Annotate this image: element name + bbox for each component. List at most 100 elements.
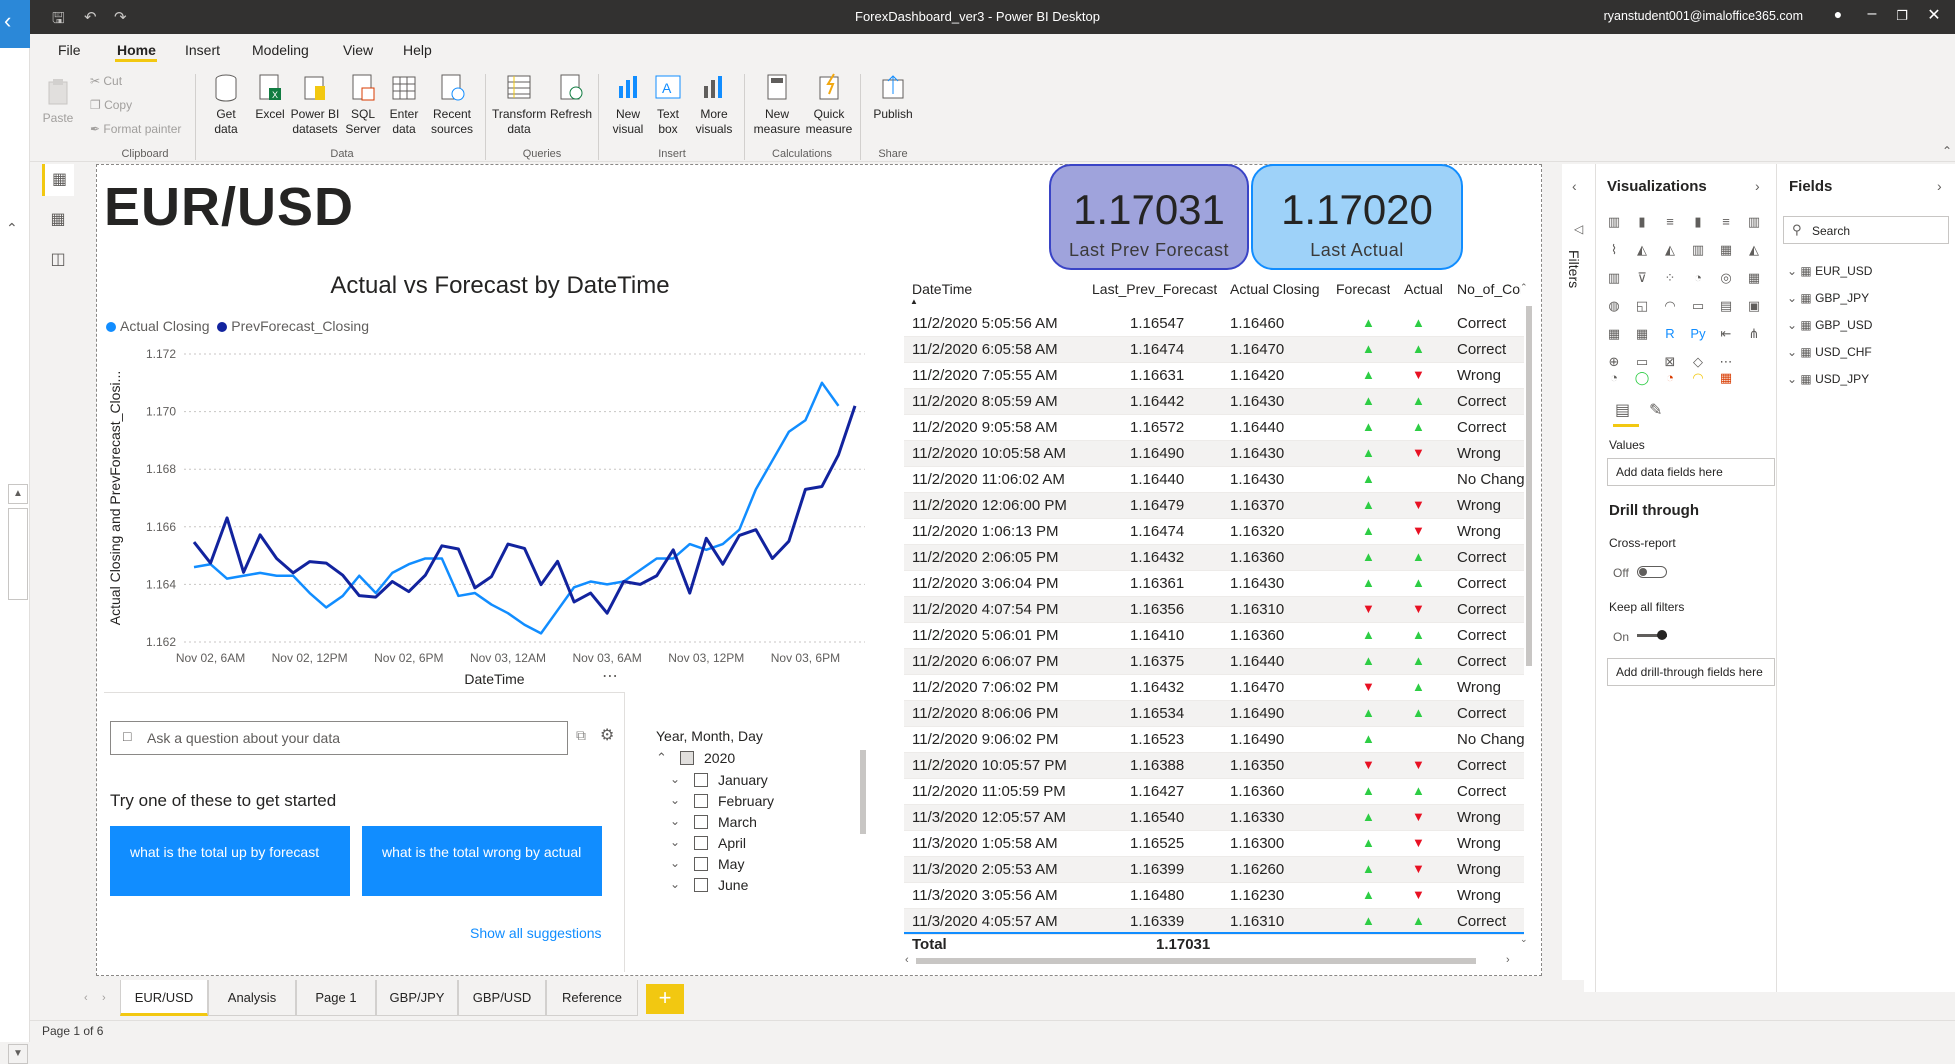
page-tab[interactable]: GBP/USD bbox=[458, 980, 546, 1016]
visual-type-icon[interactable]: ⌇ bbox=[1603, 242, 1625, 260]
table-row[interactable]: 11/2/2020 7:05:55 AM 1.16631 1.16420 ▲ ▼ Wron… bbox=[904, 363, 1524, 389]
checkbox[interactable] bbox=[694, 878, 708, 892]
expand-icon[interactable]: ⌄ bbox=[670, 772, 680, 786]
table-row[interactable]: 11/2/2020 3:06:04 PM 1.16361 1.16430 ▲ ▲ Corr… bbox=[904, 571, 1524, 597]
table-row[interactable]: 11/2/2020 12:06:00 PM 1.16479 1.16370 ▲ ▼ Wro… bbox=[904, 493, 1524, 519]
enter-data-button[interactable]: Enter data bbox=[382, 72, 426, 137]
fields-search-input[interactable]: ⚲ Search bbox=[1783, 216, 1949, 244]
visual-type-icon[interactable]: ▮ bbox=[1631, 214, 1653, 232]
get-data-button[interactable]: Get data bbox=[204, 72, 248, 137]
expand-icon[interactable]: ⌄ bbox=[670, 877, 680, 891]
checkbox[interactable] bbox=[694, 794, 708, 808]
account-avatar-icon[interactable]: ● bbox=[1823, 6, 1853, 30]
table-row[interactable]: 11/2/2020 10:05:57 PM 1.16388 1.16350 ▼ ▼ Cor… bbox=[904, 753, 1524, 779]
scroll-down-icon[interactable]: ⌄ bbox=[1520, 934, 1528, 945]
checkbox[interactable] bbox=[694, 773, 708, 787]
visual-type-icon[interactable]: ◔ bbox=[1687, 270, 1709, 288]
custom-visual-icon[interactable]: ◠ bbox=[1687, 370, 1709, 388]
collapse-up-icon[interactable]: ⌃ bbox=[6, 220, 18, 237]
minimize-icon[interactable]: – bbox=[1857, 5, 1887, 29]
keep-filters-toggle[interactable] bbox=[1637, 630, 1667, 640]
quick-measure-button[interactable]: Quick measure bbox=[804, 72, 854, 137]
slicer-month-item[interactable]: ⌄ March bbox=[670, 814, 757, 834]
visual-type-icon[interactable]: ⁘ bbox=[1659, 270, 1681, 288]
table-row[interactable]: 11/2/2020 2:06:05 PM 1.16432 1.16360 ▲ ▲ Corr… bbox=[904, 545, 1524, 571]
back-arrow-icon[interactable]: ‹ bbox=[0, 0, 30, 48]
fields-tab-icon[interactable]: ▤ bbox=[1615, 400, 1630, 420]
new-visual-button[interactable]: New visual bbox=[606, 72, 650, 137]
visual-type-icon[interactable]: ▤ bbox=[1715, 298, 1737, 316]
new-measure-button[interactable]: New measure bbox=[752, 72, 802, 137]
collapse-fields-icon[interactable]: › bbox=[1937, 178, 1942, 194]
slicer-month-item[interactable]: ⌄ January bbox=[670, 772, 768, 792]
data-view-icon[interactable]: ▦ bbox=[42, 204, 74, 236]
visual-type-icon[interactable]: Py bbox=[1687, 326, 1709, 344]
visual-type-icon[interactable]: ▦ bbox=[1603, 326, 1625, 344]
page-tab[interactable]: Analysis bbox=[208, 980, 296, 1016]
table-row[interactable]: 11/2/2020 9:06:02 PM 1.16523 1.16490 ▲ No Ch… bbox=[904, 727, 1525, 753]
visual-type-icon[interactable]: ◎ bbox=[1715, 270, 1737, 288]
suggestion-button[interactable]: what is the total wrong by actual bbox=[362, 826, 602, 896]
line-chart[interactable]: 1.172 1.170 1.168 1.166 1.164 1.162Nov 02, 6A… bbox=[100, 340, 880, 690]
visual-type-icon[interactable]: ◭ bbox=[1659, 242, 1681, 260]
visual-type-icon[interactable]: R bbox=[1659, 326, 1681, 344]
page-tab[interactable]: GBP/JPY bbox=[376, 980, 458, 1016]
menu-home[interactable]: Home bbox=[117, 42, 156, 58]
table-row[interactable]: 11/3/2020 12:05:57 AM 1.16540 1.16330 ▲ ▼ Wro… bbox=[904, 805, 1524, 831]
filters-pane-collapsed[interactable]: ‹ ◁ Filters bbox=[1562, 164, 1596, 992]
expand-icon[interactable]: ⌄ bbox=[670, 835, 680, 849]
table-row[interactable]: 11/2/2020 5:05:56 AM 1.16547 1.16460 ▲ ▲ Corr… bbox=[904, 311, 1524, 337]
visual-type-icon[interactable]: ▣ bbox=[1743, 298, 1765, 316]
visual-type-icon[interactable]: ⊽ bbox=[1631, 270, 1653, 288]
qa-input[interactable]: □ Ask a question about your data bbox=[110, 721, 568, 755]
table-row[interactable]: 11/2/2020 9:05:58 AM 1.16572 1.16440 ▲ ▲ Corr… bbox=[904, 415, 1524, 441]
col-header-datetime[interactable]: DateTime bbox=[912, 281, 972, 297]
sort-ascending-icon[interactable]: ▲ bbox=[910, 297, 918, 306]
user-account[interactable]: ryanstudent001@imaloffice365.com bbox=[1604, 9, 1803, 23]
settings-gear-icon[interactable]: ⚙ bbox=[600, 725, 614, 745]
close-icon[interactable]: ✕ bbox=[1919, 5, 1949, 29]
field-table-item[interactable]: ⌄ ▦ USD_CHF bbox=[1787, 345, 1872, 359]
expand-icon[interactable]: ⌄ bbox=[1787, 345, 1800, 359]
table-row[interactable]: 11/2/2020 8:06:06 PM 1.16534 1.16490 ▲ ▲ Corr… bbox=[904, 701, 1524, 727]
power-bi-datasets-button[interactable]: Power BI datasets bbox=[287, 72, 343, 137]
report-view-icon[interactable]: ▦ bbox=[42, 164, 74, 196]
table-row[interactable]: 11/2/2020 10:05:58 AM 1.16490 1.16430 ▲ ▼ Wro… bbox=[904, 441, 1524, 467]
card-last-actual[interactable]: 1.17020 Last Actual bbox=[1251, 164, 1463, 270]
slicer-month-item[interactable]: ⌄ February bbox=[670, 793, 774, 813]
visual-type-icon[interactable]: ▦ bbox=[1743, 270, 1765, 288]
expand-icon[interactable]: ⌄ bbox=[1787, 264, 1800, 278]
menu-help[interactable]: Help bbox=[403, 42, 432, 58]
table-row[interactable]: 11/2/2020 11:06:02 AM 1.16440 1.16430 ▲ No C… bbox=[904, 467, 1525, 493]
scrollbar-thumb[interactable] bbox=[8, 508, 28, 600]
visual-type-icon[interactable]: ▭ bbox=[1687, 298, 1709, 316]
expand-icon[interactable]: ⌄ bbox=[670, 793, 680, 807]
visual-type-icon[interactable]: ▦ bbox=[1715, 242, 1737, 260]
expand-filters-icon[interactable]: ‹ bbox=[1572, 178, 1577, 194]
col-header-no-of-correct[interactable]: No_of_Cor bbox=[1457, 281, 1521, 297]
next-page-icon[interactable]: › bbox=[102, 992, 106, 1004]
expand-icon[interactable]: ⌄ bbox=[1787, 318, 1800, 332]
collapse-ribbon-icon[interactable]: ⌃ bbox=[1942, 144, 1952, 158]
format-painter-button[interactable]: ✒ Format painter bbox=[90, 122, 181, 137]
visual-type-icon[interactable]: ◱ bbox=[1631, 298, 1653, 316]
visual-type-icon[interactable]: ◭ bbox=[1743, 242, 1765, 260]
format-paint-roller-icon[interactable]: ✎ bbox=[1649, 400, 1662, 420]
scroll-up-icon[interactable]: ▲ bbox=[8, 484, 28, 504]
restore-icon[interactable]: ❐ bbox=[1887, 8, 1917, 32]
field-table-item[interactable]: ⌄ ▦ USD_JPY bbox=[1787, 372, 1869, 386]
visual-type-icon[interactable]: ▥ bbox=[1603, 270, 1625, 288]
transform-data-button[interactable]: Transform data bbox=[492, 72, 546, 137]
excel-button[interactable]: X Excel bbox=[250, 72, 290, 122]
table-vertical-scrollbar[interactable] bbox=[1526, 306, 1532, 666]
custom-visual-icon[interactable]: ◔ bbox=[1659, 370, 1681, 388]
table-row[interactable]: 11/3/2020 2:05:53 AM 1.16399 1.16260 ▲ ▼ Wron… bbox=[904, 857, 1524, 883]
page-tab[interactable]: Page 1 bbox=[296, 980, 376, 1016]
expand-icon[interactable]: ⌄ bbox=[1787, 372, 1800, 386]
table-row[interactable]: 11/2/2020 11:05:59 PM 1.16427 1.16360 ▲ ▲ Cor… bbox=[904, 779, 1524, 805]
menu-insert[interactable]: Insert bbox=[185, 42, 220, 58]
scroll-right-icon[interactable]: › bbox=[1506, 954, 1510, 966]
col-header-actual-closing[interactable]: Actual Closing bbox=[1230, 281, 1320, 297]
visual-type-icon[interactable]: ⋔ bbox=[1743, 326, 1765, 344]
visual-type-icon[interactable]: ≡ bbox=[1659, 214, 1681, 232]
